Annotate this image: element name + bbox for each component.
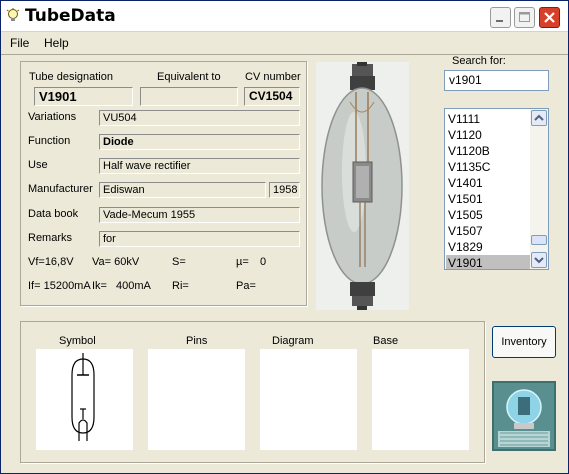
- use-label: Use: [28, 159, 48, 171]
- variations-label: Variations: [28, 111, 77, 123]
- function-label: Function: [28, 135, 71, 147]
- remarks-label: Remarks: [28, 232, 73, 244]
- symbol-panel: [36, 349, 133, 450]
- diagram-heading: Diagram: [272, 335, 314, 347]
- menu-bar: File Help: [1, 33, 568, 53]
- scroll-up-button[interactable]: [531, 110, 547, 126]
- tube-photo-image: [316, 62, 409, 310]
- app-window: TubeData File Help Tube designation Equi…: [0, 0, 569, 474]
- list-item[interactable]: V1120B: [446, 143, 531, 159]
- tube-logo-image: [492, 381, 556, 451]
- mu-label: µ=: [236, 256, 249, 268]
- search-label: Search for:: [452, 55, 506, 67]
- window-title: TubeData: [25, 6, 116, 26]
- pins-panel: [148, 349, 245, 450]
- pins-heading: Pins: [186, 335, 208, 347]
- search-input[interactable]: v1901: [444, 70, 549, 91]
- list-item[interactable]: V1501: [446, 191, 531, 207]
- pa-label: Pa=: [236, 280, 256, 292]
- remarks-field[interactable]: for: [99, 231, 300, 247]
- variations-field[interactable]: VU504: [99, 110, 300, 126]
- list-item-selected[interactable]: V1901: [446, 255, 531, 269]
- designation-label: Tube designation: [29, 71, 113, 83]
- vf-value: Vf=16,8V: [28, 256, 74, 268]
- function-field[interactable]: Diode: [99, 134, 300, 150]
- menu-help[interactable]: Help: [44, 36, 69, 50]
- tube-listbox[interactable]: V1111 V1120 V1120B V1135C V1401 V1501 V1…: [444, 108, 549, 270]
- cv-number-field[interactable]: CV1504: [244, 87, 300, 106]
- diode-symbol: [71, 353, 95, 441]
- tube-logo-icon: [492, 381, 556, 451]
- tube-photo: [316, 62, 409, 310]
- list-item[interactable]: V1829: [446, 239, 531, 255]
- scroll-down-button[interactable]: [531, 252, 547, 268]
- use-field[interactable]: Half wave rectifier: [99, 158, 300, 174]
- diagram-panel: [260, 349, 357, 450]
- list-item[interactable]: V1135C: [446, 159, 531, 175]
- list-item[interactable]: V1401: [446, 175, 531, 191]
- list-item[interactable]: V1111: [446, 111, 531, 127]
- scroll-thumb[interactable]: [531, 235, 547, 245]
- close-button[interactable]: [539, 7, 560, 28]
- minimize-icon: [496, 20, 503, 22]
- list-item[interactable]: V1505: [446, 207, 531, 223]
- list-scrollbar[interactable]: [530, 109, 548, 269]
- ik-value: 400mA: [116, 280, 151, 292]
- manufacturer-field[interactable]: Ediswan: [99, 182, 266, 198]
- ik-label: Ik=: [92, 280, 107, 292]
- ri-label: Ri=: [172, 280, 189, 292]
- designation-field[interactable]: V1901: [34, 87, 133, 106]
- chevron-up-icon: [534, 114, 544, 121]
- maximize-icon: [519, 12, 530, 22]
- chevron-down-icon: [534, 257, 544, 264]
- menu-file[interactable]: File: [10, 36, 29, 50]
- databook-field[interactable]: Vade-Mecum 1955: [99, 207, 300, 223]
- close-icon: [544, 12, 555, 23]
- manufacturer-label: Manufacturer: [28, 183, 93, 195]
- maximize-button[interactable]: [514, 7, 535, 28]
- cv-number-label: CV number: [245, 71, 301, 83]
- symbol-heading: Symbol: [59, 335, 96, 347]
- s-label: S=: [172, 256, 186, 268]
- title-bar[interactable]: TubeData: [1, 1, 568, 32]
- base-panel: [372, 349, 469, 450]
- equivalent-label: Equivalent to: [157, 71, 221, 83]
- base-heading: Base: [373, 335, 399, 347]
- minimize-button[interactable]: [490, 7, 511, 28]
- list-item[interactable]: V1507: [446, 223, 531, 239]
- inventory-button[interactable]: Inventory: [492, 326, 556, 358]
- if-value: If= 15200mA: [28, 280, 91, 292]
- list-item[interactable]: V1120: [446, 127, 531, 143]
- equivalent-field[interactable]: [140, 87, 238, 106]
- va-value: Va= 60kV: [92, 256, 140, 268]
- databook-label: Data book: [28, 208, 79, 220]
- lightbulb-icon: [6, 8, 20, 21]
- year-field[interactable]: 1958: [269, 182, 300, 198]
- mu-value: 0: [260, 256, 267, 268]
